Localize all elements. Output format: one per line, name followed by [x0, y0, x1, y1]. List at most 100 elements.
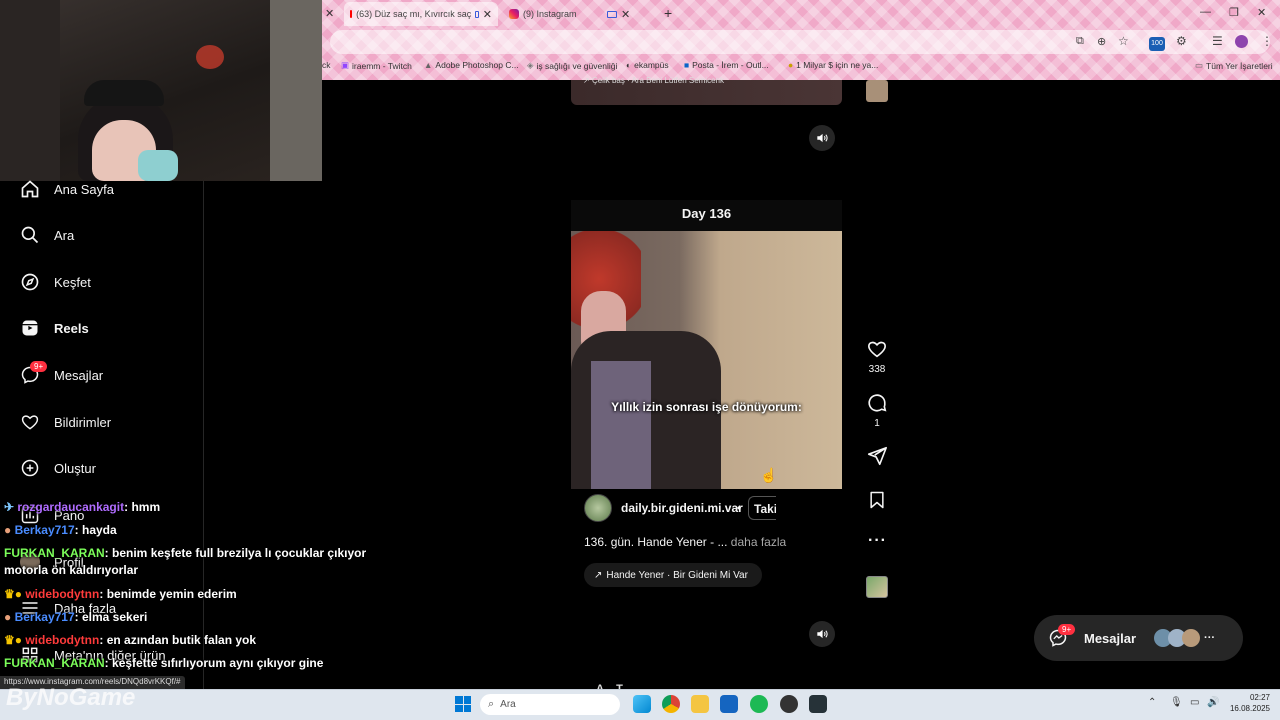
sound-toggle-button[interactable] [809, 621, 835, 647]
avatar [1182, 629, 1201, 647]
sidebar-item-home[interactable]: Ana Sayfa [20, 174, 114, 204]
reel-author-avatar[interactable] [584, 494, 612, 522]
sidebar-item-create[interactable]: Oluştur [20, 453, 96, 483]
bookmark-star-icon[interactable]: ☆ [1118, 34, 1129, 48]
chat-username: FURKAN_KARAN [4, 656, 105, 670]
bookmark-milyar[interactable]: ● 1 Milyar $ için ne ya... [788, 60, 878, 70]
bookmark-icon[interactable] [867, 489, 887, 511]
audio-thumbnail[interactable] [866, 576, 888, 598]
bookmark-icon: ◐ [626, 60, 632, 70]
tab-instagram[interactable]: (9) Instagram ✕ [503, 2, 655, 26]
extensions-icon[interactable]: ⚙ [1176, 34, 1187, 48]
spotify-icon[interactable] [750, 695, 768, 713]
zoom-icon[interactable]: ⊕ [1097, 35, 1106, 48]
bookmark-fragment[interactable]: ck [322, 60, 331, 70]
store-icon[interactable] [720, 695, 738, 713]
sidebar-item-reels[interactable]: Reels [20, 313, 89, 343]
taskbar-search[interactable]: ⌕ Ara [480, 694, 620, 715]
webcam-door [270, 0, 322, 181]
chat-message: ✈ rozgardaucankagit: hmm [4, 499, 404, 516]
reel-author-username[interactable]: daily.bir.gideni.mi.var [621, 501, 743, 515]
minimize-button[interactable]: — [1200, 6, 1211, 18]
kebab-menu-icon[interactable]: ⋮ [1261, 34, 1273, 48]
tab-youtube[interactable]: (63) Düz saç mı, Kıvırcık saç ✕ [344, 2, 498, 26]
sidebar-item-notifications[interactable]: Bildirimler [20, 407, 111, 437]
chat-username: widebodytnn [25, 587, 100, 601]
chat-text: hmm [131, 500, 161, 514]
plus-square-icon [21, 459, 39, 477]
bookmark-icon: ● [788, 60, 794, 70]
bookmark-outlook[interactable]: ■ Posta - İrem - Outl... [684, 60, 769, 70]
bookmark-twitch[interactable]: ▣ iraemm - Twitch [341, 60, 412, 71]
windows-tile [455, 696, 463, 704]
sidebar-item-search[interactable]: Ara [20, 220, 74, 250]
extension-badge[interactable]: 100 [1149, 37, 1165, 51]
sidebar-item-label: Oluştur [54, 460, 96, 476]
tab-cast-icon [607, 10, 617, 18]
tab-close-icon[interactable]: ✕ [483, 8, 492, 21]
start-button[interactable] [455, 696, 471, 712]
close-window-button[interactable]: ✕ [1257, 6, 1266, 19]
app-icon[interactable] [809, 695, 827, 713]
network-icon[interactable]: ▭ [1190, 697, 1199, 708]
audio-chip[interactable]: ↗ Hande Yener · Bir Gideni Mi Var [584, 563, 762, 587]
youtube-icon [350, 10, 353, 18]
tray-chevron-icon[interactable]: ⌃ [1148, 697, 1156, 708]
sound-toggle-button[interactable] [809, 125, 835, 151]
windows-tile [455, 704, 463, 712]
sidebar-item-label: Mesajlar [54, 367, 104, 383]
home-icon [21, 180, 39, 198]
more-options-icon[interactable]: ··· [868, 532, 887, 550]
reel-description-text: 136. gün. Hande Yener - ... [584, 535, 728, 549]
tab-search-icon[interactable]: ☰ [1212, 34, 1223, 48]
taskbar-clock[interactable]: 02:27 16.08.2025 [1228, 692, 1270, 714]
more-link[interactable]: daha fazla [731, 535, 786, 549]
compass-icon [21, 273, 39, 291]
new-tab-button[interactable]: + [664, 5, 672, 21]
bookmark-label: 1 Milyar $ için ne ya... [796, 60, 879, 70]
all-bookmarks[interactable]: ▭ Tüm Yer İşaretleri [1195, 60, 1273, 71]
app-icon[interactable] [780, 695, 798, 713]
share-icon[interactable] [866, 445, 888, 467]
tab-close-icon[interactable]: ✕ [621, 8, 630, 21]
address-bar[interactable] [330, 30, 1270, 54]
video-person-scarf [591, 361, 651, 489]
microphone-icon[interactable]: 🎙 [1170, 697, 1183, 708]
chrome-icon[interactable] [662, 695, 680, 713]
bookmark-photoshop[interactable]: ▲ Adobe Photoshop C... [424, 60, 519, 70]
reel-video[interactable]: Yıllık izin sonrası işe dönüyorum: [571, 231, 842, 489]
chat-message: ♛● widebodytnn: en azından butik falan y… [4, 632, 404, 649]
messages-pill-label: Mesajlar [1084, 630, 1137, 646]
chat-message: ♛● widebodytnn: benimde yemin ederim [4, 586, 404, 603]
clock-date: 16.08.2025 [1229, 704, 1270, 713]
restore-button[interactable]: ❐ [1229, 6, 1239, 19]
tab-close-icon[interactable]: ✕ [325, 7, 334, 20]
follow-label: Takip et [754, 502, 776, 516]
audio-chip-label: Hande Yener · Bir Gideni Mi Var [606, 569, 748, 581]
sidebar-item-explore[interactable]: Keşfet [20, 267, 91, 297]
windows-tile [463, 696, 471, 704]
file-explorer-icon[interactable] [691, 695, 709, 713]
chat-separator: : [74, 610, 82, 624]
chat-username: rozgardaucankagit [17, 500, 125, 514]
bookmark-ekampus[interactable]: ◐ ekampüs [626, 60, 669, 70]
previous-audio-thumbnail[interactable] [866, 80, 888, 102]
messages-badge: 9+ [30, 361, 48, 372]
webcam-wall [0, 0, 60, 181]
install-app-icon[interactable]: ⧉ [1076, 35, 1084, 48]
follow-button[interactable]: Takip et [748, 496, 776, 520]
comment-icon[interactable] [866, 392, 888, 414]
profile-avatar[interactable] [1235, 35, 1248, 48]
bynogame-watermark: ByNoGame [6, 684, 136, 711]
chat-separator: : [104, 546, 113, 560]
previous-reel-video[interactable]: ↗ Çelik baş · Ara Beni Lütfen Semicenk [571, 76, 842, 105]
bookmark-label: ekampüs [634, 60, 669, 70]
previous-reel-audio-tag[interactable]: ↗ Çelik baş · Ara Beni Lütfen Semicenk [583, 76, 724, 85]
bookmark-isg[interactable]: ◈ iş sağlığı ve güvenliği [527, 60, 617, 71]
like-icon[interactable] [866, 338, 888, 360]
bookmark-label: Tüm Yer İşaretleri [1206, 60, 1273, 71]
windows-tile [463, 704, 471, 712]
volume-icon[interactable]: 🔊 [1207, 697, 1219, 708]
messages-pill[interactable]: Mesajlar ··· [1034, 615, 1243, 661]
edge-icon[interactable] [633, 695, 651, 713]
